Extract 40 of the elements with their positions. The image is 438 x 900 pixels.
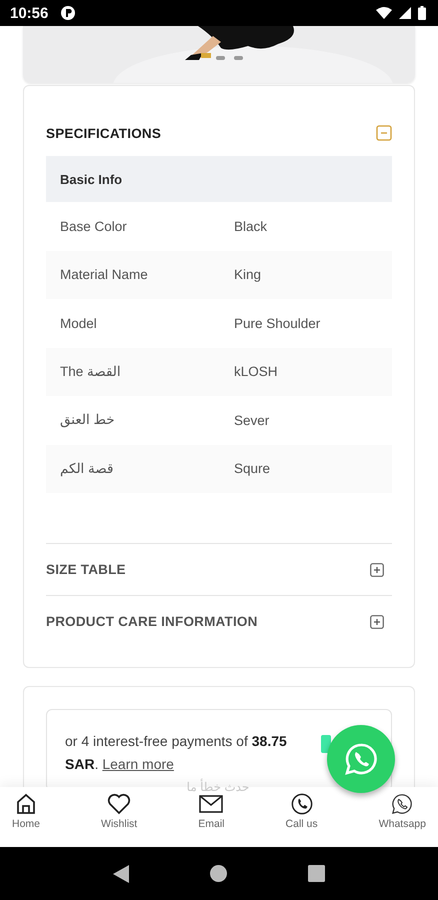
section-title[interactable]: PRODUCT CARE INFORMATION	[46, 614, 258, 629]
section-title[interactable]: SIZE TABLE	[46, 562, 126, 577]
spec-name: Base Color	[60, 218, 128, 234]
spec-value: Sever	[234, 412, 270, 428]
signal-icon	[399, 7, 411, 19]
status-time: 10:56	[10, 4, 48, 22]
spec-value: Squre	[234, 461, 270, 476]
spec-value: Black	[234, 218, 268, 234]
nav-item[interactable]: Whatsapp	[374, 793, 430, 847]
app-notification-icon	[61, 6, 76, 20]
whatsapp-icon	[390, 793, 414, 815]
expand-icon[interactable]	[370, 562, 384, 576]
badge-tag	[321, 735, 331, 753]
home-circle-icon[interactable]	[210, 865, 227, 882]
spec-value: kLOSH	[234, 364, 278, 380]
spec-name: قصة الكم	[60, 460, 114, 477]
learn-more-link[interactable]: Learn more	[102, 756, 174, 772]
recents-icon[interactable]	[308, 865, 326, 882]
section-title: SPECIFICATIONS	[46, 126, 162, 140]
group-title: Basic Info	[60, 172, 122, 186]
spec-name: خط العنق	[60, 412, 116, 428]
installment-text: or 4 interest-free payments of 38.75 SAR. Learn more	[65, 732, 288, 774]
heart-icon	[107, 793, 132, 815]
spec-name: Model	[60, 316, 98, 331]
whatsapp-icon	[344, 742, 378, 776]
nav-item[interactable]: Call us	[282, 793, 322, 847]
mail-icon	[199, 793, 224, 815]
wifi-icon	[376, 7, 392, 19]
back-icon[interactable]	[112, 864, 129, 882]
nav-item[interactable]: Home	[8, 793, 44, 847]
nav-item[interactable]: Email	[194, 793, 229, 847]
battery-icon	[418, 6, 426, 20]
home-icon	[15, 793, 37, 815]
spec-value: King	[234, 267, 262, 282]
phone-icon	[290, 793, 314, 815]
spec-name: The القصة	[60, 364, 122, 380]
nav-item[interactable]: Wishlist	[97, 793, 142, 847]
spec-name: Material Name	[60, 267, 149, 282]
spec-value: Pure Shoulder	[234, 316, 320, 331]
expand-icon[interactable]	[370, 614, 384, 628]
